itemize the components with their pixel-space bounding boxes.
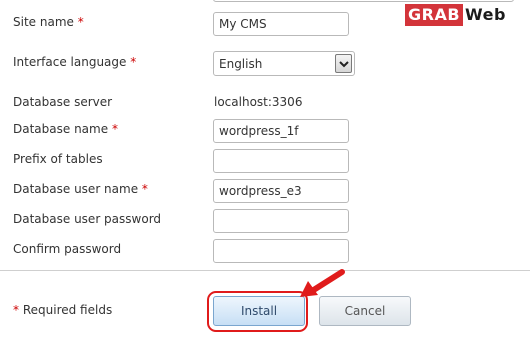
required-star: * [77,15,84,29]
confirm-password-input[interactable] [213,239,349,263]
db-user-name-label-text: Database user name [13,182,139,196]
form-divider [0,270,530,271]
interface-language-label: Interface language * [13,55,136,69]
site-name-label-text: Site name [13,15,74,29]
required-star: * [130,55,137,69]
db-user-password-label-text: Database user password [13,212,162,226]
confirm-password-label: Confirm password [13,242,121,256]
cancel-button[interactable]: Cancel [319,296,411,326]
watermark-part2: Web [465,5,506,24]
required-star: * [141,182,148,196]
red-arrow-icon [300,269,345,297]
table-prefix-label-text: Prefix of tables [13,152,103,166]
db-user-name-label: Database user name * [13,182,148,196]
database-server-value: localhost:3306 [214,95,303,109]
database-name-label-text: Database name [13,122,109,136]
confirm-password-label-text: Confirm password [13,242,122,256]
table-prefix-input[interactable] [213,149,349,173]
install-button[interactable]: Install [213,296,305,326]
database-name-label: Database name * [13,122,118,136]
db-user-name-input[interactable] [213,179,349,203]
select-dropdown-button[interactable] [335,54,352,73]
interface-language-label-text: Interface language [13,55,127,69]
db-user-password-label: Database user password [13,212,161,226]
watermark-part1: GRAB [405,4,464,26]
grabweb-watermark: GRAB Web [405,4,523,26]
required-star: * [111,122,118,136]
site-name-input[interactable] [213,12,349,36]
previous-field-border [213,0,514,2]
interface-language-select[interactable]: English [213,51,355,76]
database-server-label-text: Database server [13,95,113,109]
table-prefix-label: Prefix of tables [13,152,103,166]
db-user-password-input[interactable] [213,209,349,233]
chevron-down-icon [339,61,349,68]
database-name-input[interactable] [213,119,349,143]
required-star: * [13,303,19,317]
database-server-label: Database server [13,95,112,109]
required-fields-text: Required fields [22,303,113,317]
site-name-label: Site name * [13,15,84,29]
required-fields-note: * Required fields [13,303,112,317]
interface-language-selected-value: English [219,57,263,71]
